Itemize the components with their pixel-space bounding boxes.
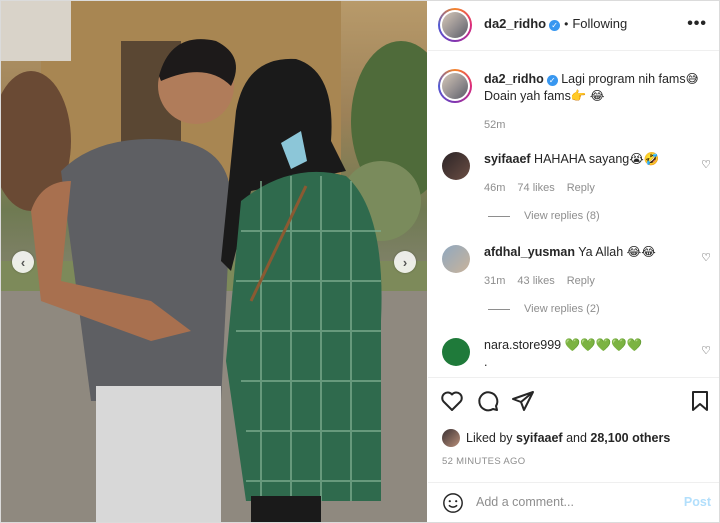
view-replies-button[interactable]: View replies (8) [488,210,600,222]
woman-jacket [226,171,382,501]
post-comment-button[interactable]: Post [684,495,711,509]
view-replies-label: View replies (8) [524,210,600,222]
post-photo[interactable]: ‹ › [1,1,427,522]
liked-by-prefix: Liked by [466,431,517,445]
man-shirt [61,139,231,401]
sky [1,1,71,61]
caption-text-line2: Doain yah fams👉 😂 [484,89,605,103]
comment-username[interactable]: syifaaef [484,152,531,166]
comment-item: nara.store999 💚💚💚💚💚 . [484,337,642,371]
comment-meta: 31m 43 likes Reply [484,275,607,287]
view-replies-label: View replies (2) [524,303,600,315]
comment-meta: 46m 74 likes Reply [484,182,607,194]
divider-line [488,215,510,217]
author-avatar[interactable] [438,8,472,42]
comment-text: 💚💚💚💚💚 [564,338,643,352]
liker-avatar [442,429,460,447]
caption-time: 52m [484,119,506,131]
verified-badge-icon: ✓ [546,75,558,86]
comment-item: afdhal_yusman Ya Allah 😂😂 [484,244,656,261]
comment-likes[interactable]: 74 likes [517,182,554,194]
reply-button[interactable]: Reply [567,182,595,194]
caption-username[interactable]: da2_ridho [484,72,544,86]
comment-like-heart-icon[interactable]: ♡ [701,251,711,264]
action-bar [428,379,719,423]
comment-like-heart-icon[interactable]: ♡ [701,158,711,171]
save-bookmark-icon[interactable] [688,389,712,413]
header-user-line: da2_ridho ✓ • Following [484,16,627,31]
caption-text-line1: Lagi program nih fams😅 [561,72,699,86]
photo-illustration [1,1,427,522]
add-comment-bar: Add a comment... Post [428,482,719,522]
comment-avatar[interactable] [442,152,470,180]
caption: da2_ridho ✓ Lagi program nih fams😅 Doain … [484,71,712,105]
comment-like-heart-icon[interactable]: ♡ [701,344,711,357]
divider-line [488,308,510,310]
reply-button[interactable]: Reply [567,275,595,287]
comment-time: 31m [484,275,506,287]
liked-by-line: Liked by syifaaef and 28,100 others [442,429,670,447]
man-pants [96,386,221,522]
author-username[interactable]: da2_ridho [484,16,546,31]
comment-item: syifaaef HAHAHA sayang😭🤣 [484,151,659,168]
comment-username[interactable]: afdhal_yusman [484,245,575,259]
comment-avatar[interactable] [442,245,470,273]
comment-text-line2: . [484,355,488,369]
more-options-icon[interactable]: ••• [687,15,707,33]
verified-badge-icon: ✓ [549,20,561,31]
comments-list[interactable]: da2_ridho ✓ Lagi program nih fams😅 Doain … [428,52,719,378]
caption-avatar[interactable] [438,69,472,103]
add-comment-input[interactable]: Add a comment... [476,495,574,509]
share-paper-plane-icon[interactable] [511,389,535,413]
comment-time: 46m [484,182,506,194]
emoji-smiley-icon[interactable] [442,492,464,514]
liked-by-others[interactable]: 28,100 others [590,431,670,445]
following-button[interactable]: Following [572,16,627,31]
woman-legs [251,496,321,522]
comment-bubble-icon[interactable] [476,389,500,413]
liked-by-user[interactable]: syifaaef [516,431,563,445]
separator-dot: • [564,17,569,31]
comment-text: Ya Allah 😂😂 [578,245,656,259]
comment-likes[interactable]: 43 likes [517,275,554,287]
next-photo-icon[interactable]: › [394,251,416,273]
view-replies-button[interactable]: View replies (2) [488,303,600,315]
post-timestamp[interactable]: 52 MINUTES AGO [442,456,525,467]
comment-avatar[interactable] [442,338,470,366]
like-heart-icon[interactable] [440,389,464,413]
liked-by-middle: and [562,431,591,445]
post-details-pane: da2_ridho ✓ • Following ••• da2_ridho ✓ Lagi… [428,1,719,522]
comment-username[interactable]: nara.store999 [484,338,561,352]
post-header: da2_ridho ✓ • Following ••• [428,1,719,51]
previous-photo-icon[interactable]: ‹ [12,251,34,273]
comment-text: HAHAHA sayang😭🤣 [534,152,660,166]
